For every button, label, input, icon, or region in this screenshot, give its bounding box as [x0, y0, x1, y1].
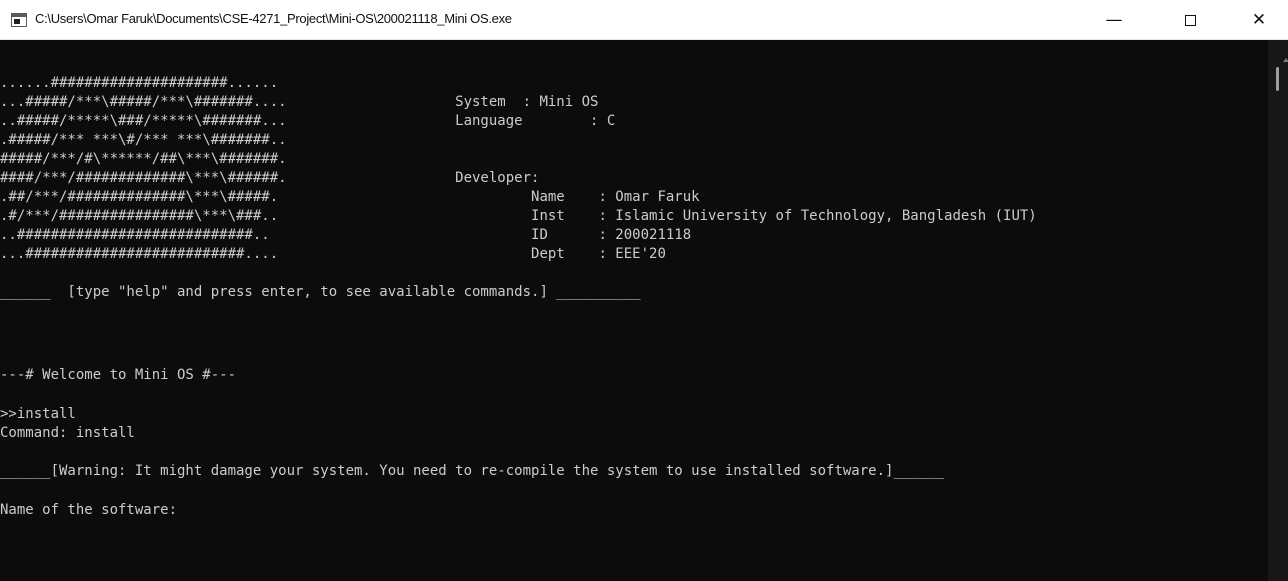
scrollbar-thumb[interactable] — [1276, 67, 1279, 91]
software-name-prompt[interactable]: Name of the software: — [0, 501, 177, 519]
ascii-logo-line: .##/***/##############\***\#####. Name :… — [0, 189, 700, 205]
maximize-button[interactable] — [1165, 0, 1215, 40]
title-bar[interactable]: C:\Users\Omar Faruk\Documents\CSE-4271_P… — [0, 0, 1288, 40]
ascii-logo-line: .#/***/################\***\###.. Inst :… — [0, 208, 1037, 224]
ascii-logo-line: ...##########################.... Dept :… — [0, 246, 666, 262]
ascii-logo-line: ..############################.. ID : 20… — [0, 227, 692, 243]
ascii-logo-line: ####/***/#############\***\######. Devel… — [0, 170, 540, 186]
maximize-icon — [1184, 14, 1196, 26]
close-button[interactable]: ✕ — [1234, 0, 1284, 40]
prompt-line: >>install — [0, 406, 76, 422]
close-icon: ✕ — [1251, 10, 1267, 30]
help-hint-line: ______ [type "help" and press enter, to … — [0, 284, 641, 300]
ascii-logo-line: ..#####/*****\###/*****\#######... Langu… — [0, 113, 616, 129]
console-window: C:\Users\Omar Faruk\Documents\CSE-4271_P… — [0, 0, 1288, 581]
ascii-logo-line: ...#####/***\#####/***\#######.... Syste… — [0, 94, 599, 110]
ascii-logo-line: ......#####################...... — [0, 75, 279, 91]
minimize-icon: — — [1105, 10, 1123, 30]
console-app-icon — [11, 13, 27, 27]
welcome-line: ---# Welcome to Mini OS #--- — [0, 367, 237, 383]
warning-line: ______[Warning: It might damage your sys… — [0, 463, 945, 479]
ascii-logo-line: .#####/*** ***\#/*** ***\#######.. — [0, 132, 287, 148]
scroll-up-icon[interactable] — [1283, 58, 1288, 62]
window-title: C:\Users\Omar Faruk\Documents\CSE-4271_P… — [35, 11, 512, 26]
ascii-logo-line: #####/***/#\******/##\***\#######. — [0, 151, 287, 167]
vertical-scrollbar[interactable] — [1268, 40, 1288, 581]
minimize-button[interactable]: — — [1089, 0, 1139, 40]
command-echo-line: Command: install — [0, 425, 135, 441]
console-output[interactable]: ......#####################...... ...###… — [0, 40, 1268, 581]
